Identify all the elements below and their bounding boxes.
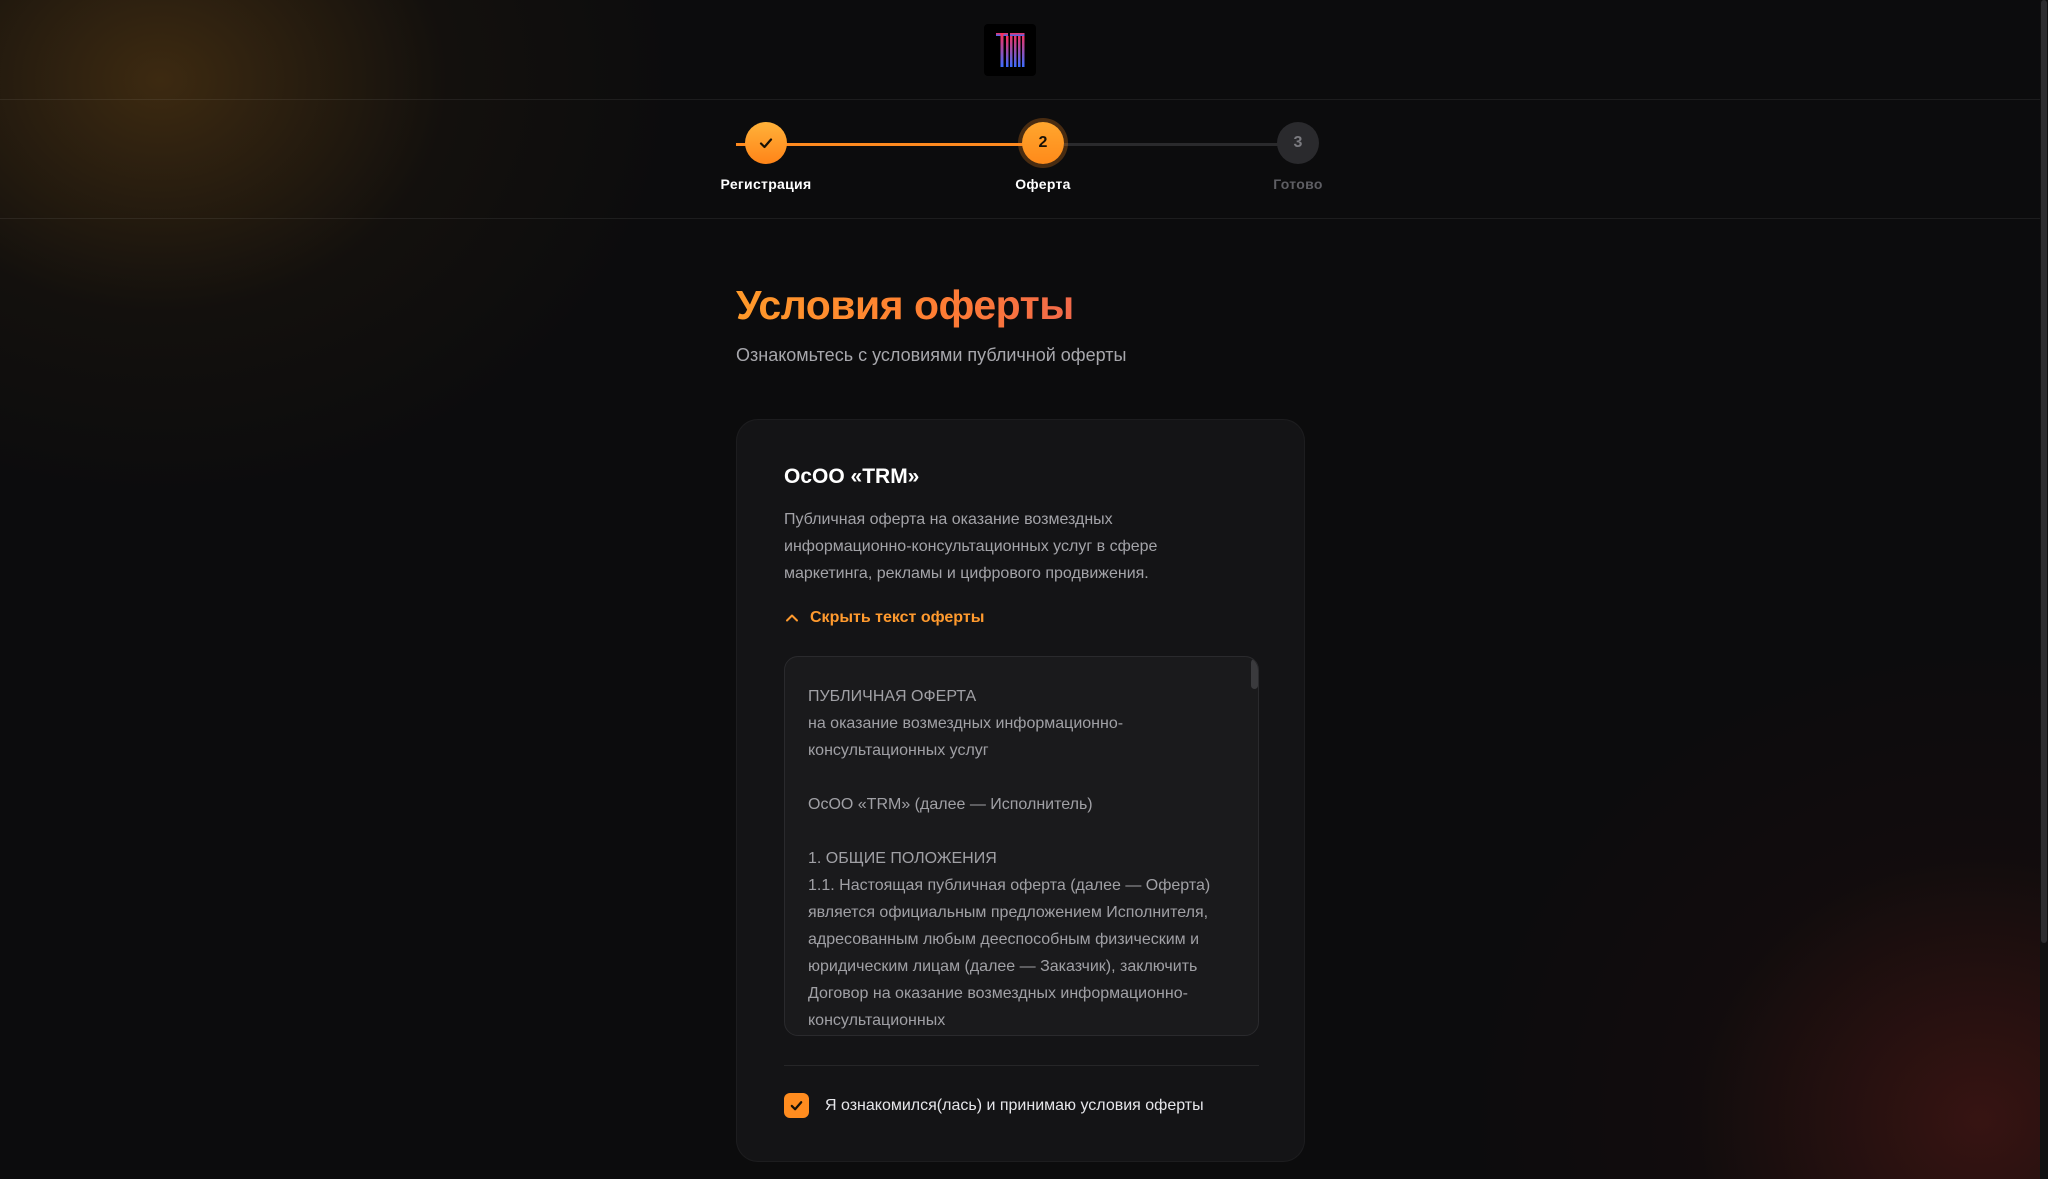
trm-logo[interactable] [984,23,1036,76]
step-1-circle [745,122,787,164]
offer-scrollbar-thumb[interactable] [1251,659,1258,689]
step-registration: Регистрация [686,122,846,192]
hide-offer-text-button[interactable]: Скрыть текст оферты [784,609,984,627]
header [0,0,2040,100]
chevron-up-icon [786,614,798,622]
divider [784,1065,1259,1066]
page-scrollbar[interactable] [2040,0,2048,1179]
company-name: ОсОО «TRM» [784,465,920,488]
hide-offer-text-label: Скрыть текст оферты [810,609,985,626]
offer-text-scrollbox[interactable]: ПУБЛИЧНАЯ ОФЕРТА на оказание возмездных … [784,656,1259,1036]
step-1-label: Регистрация [720,176,812,192]
step-2-label: Оферта [1015,176,1071,192]
offer-text: ПУБЛИЧНАЯ ОФЕРТА на оказание возмездных … [808,688,1211,1029]
progress-stepper: Регистрация 2 Оферта 3 Готово [0,100,2040,219]
step-offer: 2 Оферта [963,122,1123,192]
agree-label: Я ознакомился(лась) и принимаю условия о… [825,1096,1204,1114]
offer-description: Публичная оферта на оказание возмездных … [784,511,1158,582]
page-scrollbar-thumb[interactable] [2041,0,2047,943]
step-3-label: Готово [1273,176,1323,192]
step-done: 3 Готово [1218,122,1378,192]
page-subtitle: Ознакомьтесь с условиями публичной оферт… [736,345,1127,365]
step-2-circle: 2 [1022,122,1064,164]
offer-page: Регистрация 2 Оферта 3 Готово Условия оф… [0,0,2048,1179]
checkmark-icon [759,138,773,149]
checkmark-icon [790,1101,803,1111]
offer-card: ОсОО «TRM» Публичная оферта на оказание … [736,419,1305,1162]
step-3-circle: 3 [1277,122,1319,164]
trm-logo-icon [996,32,1025,67]
agree-row[interactable]: Я ознакомился(лась) и принимаю условия о… [784,1093,1204,1118]
page-title: Условия оферты [736,282,1074,328]
agree-checkbox[interactable] [784,1093,809,1118]
